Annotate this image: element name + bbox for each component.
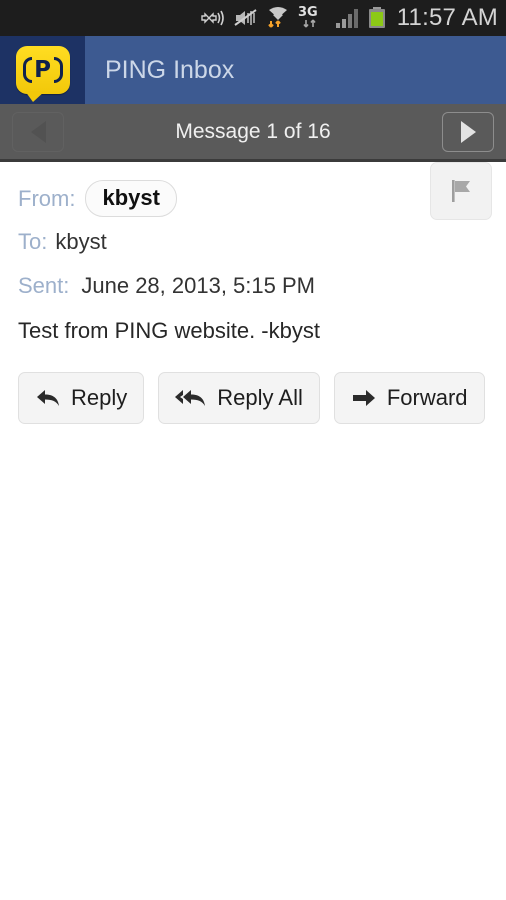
sent-label: Sent:: [18, 273, 70, 298]
reply-label: Reply: [71, 384, 128, 410]
battery-icon: [368, 6, 386, 30]
status-clock: 11:57 AM: [396, 4, 498, 31]
to-value: kbyst: [55, 229, 107, 254]
message-nav-bar: Message 1 of 16: [0, 104, 506, 162]
flag-message-button[interactable]: [430, 162, 492, 220]
ping-speech-bubble-icon: P: [15, 46, 70, 102]
app-header: P PING Inbox: [0, 36, 506, 104]
cellular-signal-icon: [335, 7, 361, 29]
next-message-button[interactable]: [442, 111, 494, 152]
reply-arrow-icon: [35, 387, 61, 409]
message-detail-pane: From: kbyst To: kbyst Sent: June 28, 201…: [0, 162, 506, 424]
sent-value: June 28, 2013, 5:15 PM: [81, 273, 315, 298]
reply-button[interactable]: Reply: [18, 371, 145, 424]
message-actions: Reply Reply All Forward: [18, 371, 488, 424]
svg-text:3G: 3G: [298, 5, 318, 20]
forward-arrow-icon: [351, 387, 377, 409]
wifi-data-icon: [265, 6, 291, 30]
from-label: From:: [18, 185, 76, 211]
forward-button[interactable]: Forward: [333, 371, 485, 424]
logo-arc-right: [53, 57, 63, 83]
volume-mute-icon: [234, 8, 258, 28]
3g-data-icon: 3G: [298, 5, 328, 31]
sender-chip[interactable]: kbyst: [85, 180, 177, 217]
to-row: To: kbyst: [18, 227, 488, 257]
page-title: PING Inbox: [105, 55, 235, 84]
status-bar: 3G 11:57 AM: [0, 0, 506, 36]
message-counter: Message 1 of 16: [175, 119, 331, 143]
flag-icon: [452, 180, 470, 202]
forward-label: Forward: [386, 384, 468, 410]
previous-message-button[interactable]: [12, 111, 64, 152]
chevron-right-icon: [460, 120, 476, 143]
reply-all-button[interactable]: Reply All: [158, 371, 320, 424]
reply-all-arrow-icon: [175, 387, 207, 409]
from-row: From: kbyst: [18, 180, 488, 217]
to-label: To:: [18, 229, 48, 254]
message-body: Test from PING website. -kbyst: [18, 318, 320, 343]
logo-letter: P: [34, 56, 51, 83]
app-logo: P: [0, 36, 85, 104]
logo-arc-left: [22, 57, 32, 83]
reply-all-label: Reply All: [217, 384, 303, 410]
gps-location-icon: [201, 8, 227, 28]
chevron-left-icon: [30, 120, 46, 143]
sent-row: Sent: June 28, 2013, 5:15 PM: [18, 271, 488, 301]
